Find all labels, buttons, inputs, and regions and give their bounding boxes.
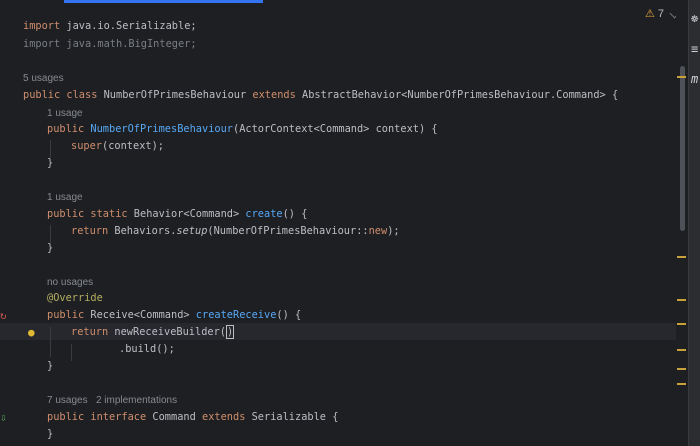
warning-stripe-marker[interactable] [677, 383, 686, 385]
vertical-scrollbar-thumb[interactable] [680, 66, 685, 231]
usages-hint-command[interactable]: 7 usages 2 implementations [47, 392, 177, 409]
right-tool-window-bar: ☸ ≡ m [688, 0, 700, 446]
code-line-create-receive: public Receive<Command> createReceive() … [47, 309, 302, 321]
warning-stripe-marker[interactable] [677, 349, 686, 351]
indent-guide [50, 327, 51, 357]
code-line-command-interface: public interface Command extends Seriali… [47, 411, 339, 423]
lightbulb-icon[interactable]: ● [28, 324, 35, 341]
inspection-widget[interactable]: ⚠ 7 [645, 8, 664, 20]
warning-stripe-marker[interactable] [677, 323, 686, 325]
code-line-super-call: super(context); [71, 140, 164, 152]
code-line-close-brace: } [47, 428, 54, 440]
usages-hint-class[interactable]: 5 usages [23, 70, 64, 87]
code-line-class-declaration: public class NumberOfPrimesBehaviour ext… [23, 89, 619, 101]
code-line-return-setup: return Behaviors.setup(NumberOfPrimesBeh… [71, 225, 400, 237]
code-line-return-builder: return newReceiveBuilder() [71, 325, 235, 339]
implementations-gutter-icon[interactable]: ⇩ [0, 409, 7, 426]
database-icon[interactable]: ≡ [691, 42, 698, 56]
code-line-close-brace: } [47, 360, 54, 372]
usages-hint-create[interactable]: 1 usage [47, 189, 83, 206]
maven-icon[interactable]: m [691, 72, 698, 86]
usages-hint-constructor[interactable]: 1 usage [47, 105, 83, 122]
code-line-import-biginteger: import java.math.BigInteger; [23, 38, 197, 50]
warning-stripe-marker[interactable] [677, 76, 686, 78]
warning-stripe-marker[interactable] [677, 299, 686, 301]
code-line-import-serializable: import java.io.Serializable; [23, 20, 197, 32]
warning-stripe-marker[interactable] [677, 256, 686, 258]
indent-guide [71, 344, 72, 361]
code-line-override-annotation: @Override [47, 292, 103, 304]
code-editor[interactable]: import java.io.Serializable; import java… [0, 0, 676, 446]
code-line-build: .build(); [119, 343, 175, 355]
text-caret: ) [226, 325, 235, 339]
warning-count: 7 [657, 8, 664, 20]
warning-stripe-marker[interactable] [677, 368, 686, 370]
code-line-close-brace: } [47, 157, 54, 169]
override-gutter-icon[interactable]: ↻ [0, 307, 7, 324]
active-tab-indicator [64, 0, 263, 3]
code-line-close-brace: } [47, 242, 54, 254]
code-line-create-method: public static Behavior<Command> create()… [47, 208, 308, 220]
usages-hint-create-receive[interactable]: no usages [47, 274, 93, 291]
code-line-constructor: public NumberOfPrimesBehaviour(ActorCont… [47, 123, 438, 135]
warning-icon: ⚠ [645, 7, 655, 20]
notifications-icon[interactable]: ☸ [691, 12, 698, 26]
